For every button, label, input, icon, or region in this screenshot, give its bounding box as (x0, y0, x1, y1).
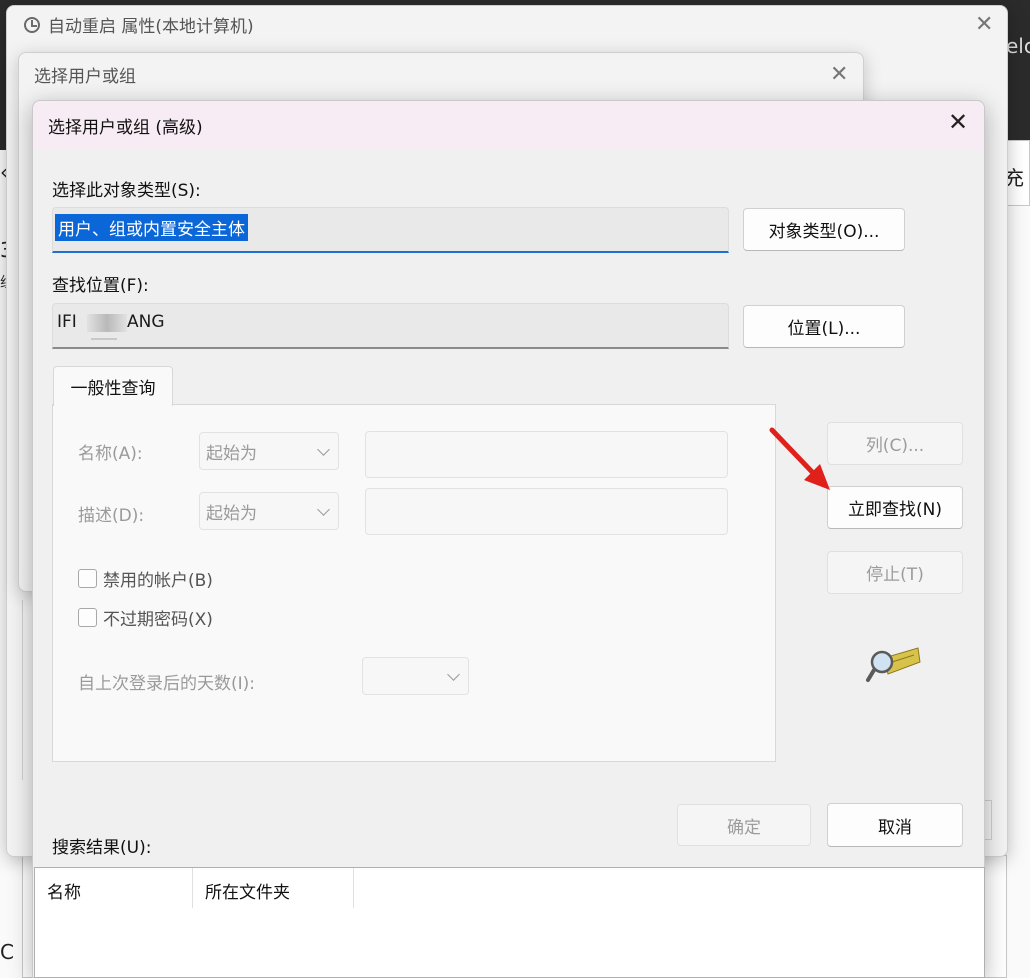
redacted-region (87, 314, 127, 332)
disabled-accounts-label: 禁用的帐户(B) (103, 571, 213, 591)
chevron-down-icon (447, 667, 460, 681)
red-arrow-annotation (769, 427, 830, 490)
location-label: 查找位置(F): (52, 276, 149, 296)
chevron-down-icon (317, 442, 330, 456)
redacted-underline (91, 338, 117, 340)
object-type-label: 选择此对象类型(S): (52, 181, 201, 201)
search-magnifier-icon (866, 647, 921, 682)
object-type-field[interactable]: 用户、组或内置安全主体 (52, 207, 729, 253)
properties-button-edge (984, 800, 992, 840)
name-label: 名称(A): (78, 444, 143, 464)
properties-close-button[interactable]: ✕ (975, 14, 993, 36)
properties-window-title-text: 自动重启 属性(本地计算机) (48, 17, 254, 37)
cancel-button[interactable]: 取消 (827, 803, 963, 847)
results-column-name[interactable]: 名称 (47, 878, 81, 903)
name-input[interactable] (365, 431, 728, 478)
description-label: 描述(D): (78, 506, 145, 526)
column-divider (192, 868, 193, 908)
location-value-suffix: ANG (127, 312, 165, 332)
description-match-value: 起始为 (206, 503, 257, 524)
location-value-prefix: IFI (57, 312, 77, 332)
advanced-dialog-close-button[interactable]: ✕ (948, 108, 968, 136)
days-since-logon-dropdown[interactable] (362, 657, 469, 695)
tab-common-queries[interactable]: 一般性查询 (53, 366, 173, 406)
object-types-button[interactable]: 对象类型(O)... (743, 208, 905, 251)
description-input[interactable] (365, 488, 728, 535)
properties-panel-edge (22, 600, 32, 780)
search-results-label: 搜索结果(U): (52, 838, 152, 858)
disabled-accounts-option[interactable]: 禁用的帐户(B) (78, 566, 213, 591)
name-match-dropdown[interactable]: 起始为 (199, 432, 339, 470)
object-type-value: 用户、组或内置安全主体 (55, 214, 248, 241)
background-text-fragment: elc (1006, 34, 1030, 58)
name-match-value: 起始为 (206, 443, 257, 464)
clock-icon (24, 16, 40, 33)
location-field[interactable]: IFI ANG (52, 303, 729, 349)
days-since-logon-label: 自上次登录后的天数(I): (78, 674, 256, 694)
non-expiring-password-option[interactable]: 不过期密码(X) (78, 605, 213, 630)
background-text-fragment: C (0, 940, 14, 964)
select-user-close-button[interactable]: ✕ (830, 64, 848, 86)
columns-button[interactable]: 列(C)... (827, 422, 963, 465)
select-user-dialog-title: 选择用户或组 (34, 67, 136, 87)
properties-window-title: 自动重启 属性(本地计算机) (24, 12, 254, 37)
locations-button[interactable]: 位置(L)... (743, 305, 905, 348)
results-column-folder[interactable]: 所在文件夹 (205, 878, 290, 903)
search-results-list[interactable]: 名称 所在文件夹 (34, 867, 985, 978)
description-match-dropdown[interactable]: 起始为 (199, 492, 339, 530)
non-expiring-password-label: 不过期密码(X) (103, 610, 213, 630)
ok-button[interactable]: 确定 (677, 804, 811, 846)
chevron-down-icon (317, 502, 330, 516)
stop-button[interactable]: 停止(T) (827, 551, 963, 594)
advanced-dialog-title: 选择用户或组 (高级) (48, 118, 203, 138)
column-divider (353, 868, 354, 908)
non-expiring-password-checkbox[interactable] (78, 608, 97, 627)
find-now-button[interactable]: 立即查找(N) (827, 486, 963, 529)
disabled-accounts-checkbox[interactable] (78, 569, 97, 588)
